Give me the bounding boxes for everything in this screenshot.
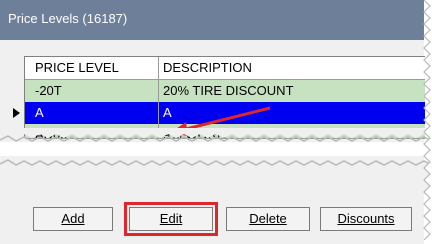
title-bar: Price Levels (16187)	[0, 0, 424, 40]
discounts-button[interactable]: Discounts	[320, 207, 412, 231]
cell-price-level[interactable]: -20T	[31, 80, 159, 102]
row-indicator	[9, 80, 25, 102]
row-indicator-selected	[9, 102, 25, 124]
window-title: Price Levels (16187)	[8, 11, 128, 26]
edit-highlight-box	[124, 202, 218, 236]
table-header-row: PRICE LEVEL DESCRIPTION	[9, 57, 425, 80]
column-header-description[interactable]: DESCRIPTION	[159, 57, 425, 79]
torn-edge-divider	[0, 128, 432, 194]
cell-price-level[interactable]: A	[31, 102, 159, 124]
cell-description[interactable]: 20% TIRE DISCOUNT	[159, 80, 425, 102]
price-levels-window: Price Levels (16187) PRICE LEVEL DESCRIP…	[0, 0, 432, 244]
column-header-price-level[interactable]: PRICE LEVEL	[31, 57, 159, 79]
delete-button[interactable]: Delete	[226, 207, 310, 231]
add-button[interactable]: Add	[33, 207, 113, 231]
right-torn-edge	[423, 0, 432, 244]
row-indicator-header	[9, 57, 25, 79]
row-pointer-icon	[13, 108, 20, 118]
